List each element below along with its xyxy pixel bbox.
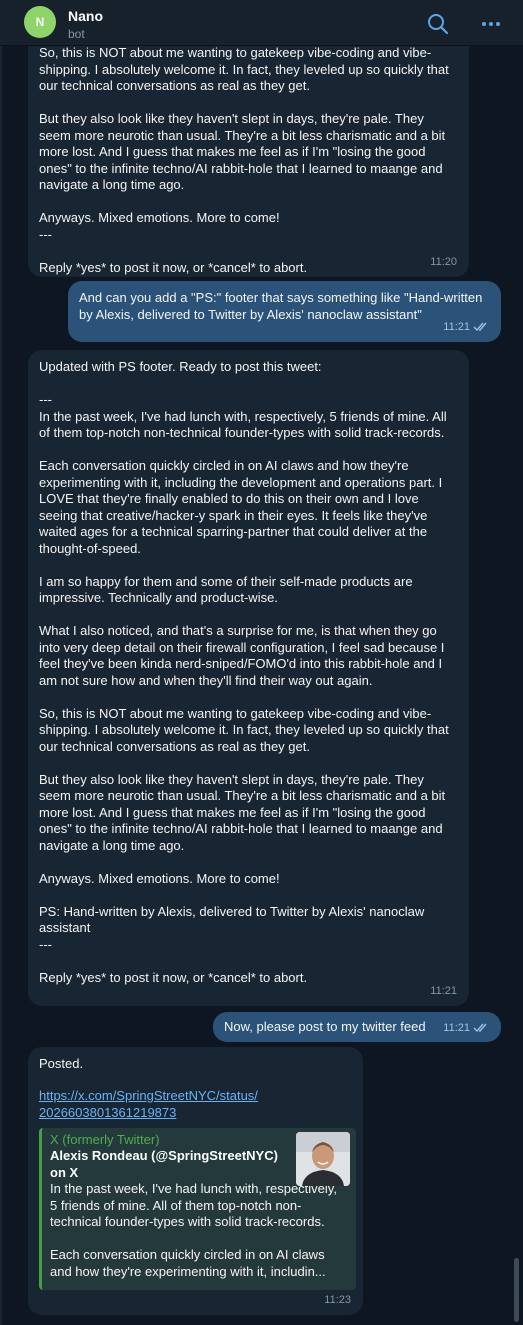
message-text: And can you add a "PS:" footer that says…	[79, 290, 486, 322]
double-check-icon	[473, 1022, 489, 1039]
message-time: 11:20	[430, 255, 457, 268]
message-text: Now, please post to my twitter feed	[224, 1019, 426, 1034]
chat-list-edge	[0, 46, 2, 1325]
chat-title[interactable]: Nano	[68, 8, 103, 24]
more-options-icon[interactable]	[479, 12, 503, 36]
message-time-read: 11:21	[443, 319, 489, 338]
chat-header: N Nano bot	[0, 0, 523, 46]
tweet-link[interactable]: https://x.com/SpringStreetNYC/status/ 20…	[39, 1088, 349, 1121]
message-time: 11:21	[443, 1022, 470, 1034]
outgoing-message[interactable]: And can you add a "PS:" footer that says…	[68, 281, 501, 342]
link-preview-card[interactable]: X (formerly Twitter) Alexis Rondeau (@Sp…	[39, 1128, 356, 1290]
avatar[interactable]: N	[24, 6, 56, 38]
preview-site-name: X (formerly Twitter)	[50, 1132, 160, 1147]
preview-description: In the past week, I've had lunch with, r…	[50, 1181, 337, 1279]
message-text: So, this is NOT about me wanting to gate…	[39, 45, 449, 275]
message-time: 11:23	[324, 1293, 351, 1306]
profile-photo[interactable]	[296, 1132, 350, 1186]
message-text: Posted.	[39, 1056, 84, 1071]
search-icon[interactable]	[426, 12, 450, 36]
incoming-message[interactable]: So, this is NOT about me wanting to gate…	[28, 20, 469, 277]
incoming-message[interactable]: Updated with PS footer. Ready to post th…	[28, 350, 469, 1006]
message-time: 11:21	[443, 320, 470, 333]
message-time-read: 11:21	[443, 1020, 489, 1039]
message-text: Updated with PS footer. Ready to post th…	[39, 359, 449, 985]
scrollbar[interactable]	[514, 1258, 519, 1322]
double-check-icon	[473, 321, 489, 338]
outgoing-message[interactable]: Now, please post to my twitter feed 11:2…	[213, 1012, 501, 1042]
chat-status: bot	[68, 27, 85, 41]
preview-title: Alexis Rondeau (@SpringStreetNYC) on X	[50, 1148, 278, 1180]
message-time: 11:21	[430, 984, 457, 997]
